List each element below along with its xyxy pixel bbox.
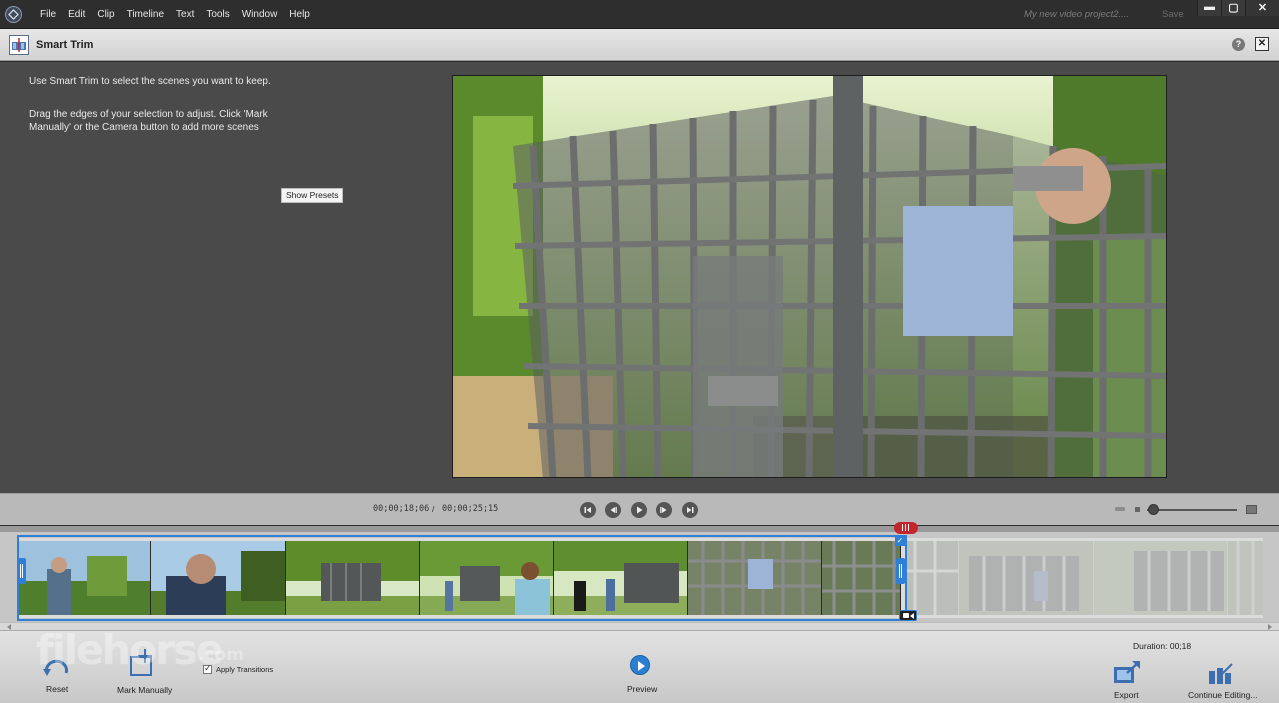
instruction-text: Use Smart Trim to select the scenes you …: [29, 76, 271, 87]
menu-edit[interactable]: Edit: [62, 0, 91, 29]
panel-title: Smart Trim: [36, 39, 94, 51]
apply-transitions-label[interactable]: Apply Transitions: [216, 665, 273, 674]
transport-bar: 00;00;18;06 / 00;00;25;15: [0, 493, 1279, 525]
mark-manually-button[interactable]: Mark Manually: [117, 685, 172, 695]
show-presets-button[interactable]: Show Presets: [281, 188, 344, 203]
clip-thumbnail-unselected[interactable]: [1094, 541, 1228, 615]
menu-file[interactable]: File: [34, 0, 62, 29]
zoom-out-icon[interactable]: [1115, 507, 1125, 511]
close-icon: ✕: [1257, 2, 1268, 14]
skip-to-end-button[interactable]: [682, 502, 698, 518]
preview-icon[interactable]: [630, 655, 650, 675]
timeline-ruler[interactable]: [0, 526, 1279, 532]
main-area: Use Smart Trim to select the scenes you …: [0, 62, 1279, 493]
panel-header: Smart Trim ? ✕: [0, 29, 1279, 61]
watermark-logo: filehorse: [36, 626, 224, 674]
menu-bar: File Edit Clip Timeline Text Tools Windo…: [0, 0, 1279, 29]
zoom-in-icon[interactable]: [1246, 505, 1257, 514]
skip-to-start-icon: [584, 507, 591, 513]
camera-icon[interactable]: [899, 610, 917, 621]
play-button[interactable]: [631, 502, 647, 518]
duration-label: Duration: 00;18: [1133, 641, 1192, 651]
smart-trim-icon: [9, 35, 29, 55]
step-back-button[interactable]: [605, 502, 621, 518]
maximize-button[interactable]: ▢: [1221, 0, 1245, 16]
zoom-slider-handle[interactable]: [1148, 504, 1159, 515]
menu-tools[interactable]: Tools: [200, 0, 235, 29]
skip-to-end-icon: [687, 507, 694, 513]
step-back-icon: [610, 507, 617, 513]
playhead-marker[interactable]: [894, 522, 918, 534]
watermark-suffix: .com: [198, 645, 244, 665]
menu-help[interactable]: Help: [283, 0, 316, 29]
play-icon: [637, 506, 643, 514]
project-name: My new video project2....: [1024, 9, 1130, 20]
close-window-button[interactable]: ✕: [1245, 0, 1279, 16]
video-frame-image: [453, 76, 1166, 477]
total-timecode: 00;00;25;15: [442, 504, 499, 514]
continue-editing-button[interactable]: Continue Editing...: [1188, 690, 1257, 700]
maximize-icon: ▢: [1228, 2, 1239, 14]
smart-trim-window: File Edit Clip Timeline Text Tools Windo…: [0, 0, 1279, 703]
menu-window[interactable]: Window: [236, 0, 284, 29]
zoom-min-icon: [1135, 507, 1140, 512]
export-icon[interactable]: [1113, 661, 1141, 685]
minimize-icon: ▬: [1204, 1, 1215, 13]
save-button[interactable]: Save: [1162, 0, 1184, 29]
help-icon[interactable]: ?: [1232, 38, 1245, 51]
skip-to-start-button[interactable]: [580, 502, 596, 518]
step-forward-button[interactable]: [656, 502, 672, 518]
current-timecode: 00;00;18;06: [373, 504, 430, 514]
timeline: ✓: [0, 522, 1279, 630]
export-button[interactable]: Export: [1114, 690, 1139, 700]
clip-thumbnail-unselected[interactable]: [905, 541, 959, 615]
app-logo-icon[interactable]: [5, 6, 22, 23]
instruction-detail: Drag the edges of your selection to adju…: [29, 109, 268, 133]
step-forward-icon: [660, 507, 667, 513]
trim-selection[interactable]: [17, 535, 907, 621]
trim-handle-right[interactable]: [896, 558, 905, 584]
menu-text[interactable]: Text: [170, 0, 200, 29]
clip-thumbnail-unselected[interactable]: [1228, 541, 1263, 615]
clip-thumbnail-unselected[interactable]: [959, 541, 1094, 615]
continue-editing-icon[interactable]: [1208, 663, 1234, 685]
minimize-button[interactable]: ▬: [1197, 0, 1221, 16]
menu-items: File Edit Clip Timeline Text Tools Windo…: [34, 0, 316, 29]
menu-clip[interactable]: Clip: [91, 0, 120, 29]
trim-handle-left[interactable]: [17, 558, 26, 584]
reset-button[interactable]: Reset: [46, 684, 68, 694]
preview-button[interactable]: Preview: [627, 684, 657, 694]
video-preview: [452, 75, 1167, 478]
selection-check-icon: ✓: [895, 536, 905, 546]
timecode-separator: /: [432, 504, 435, 514]
menu-timeline[interactable]: Timeline: [121, 0, 170, 29]
close-panel-button[interactable]: ✕: [1255, 37, 1269, 51]
zoom-slider-track[interactable]: [1147, 509, 1237, 511]
